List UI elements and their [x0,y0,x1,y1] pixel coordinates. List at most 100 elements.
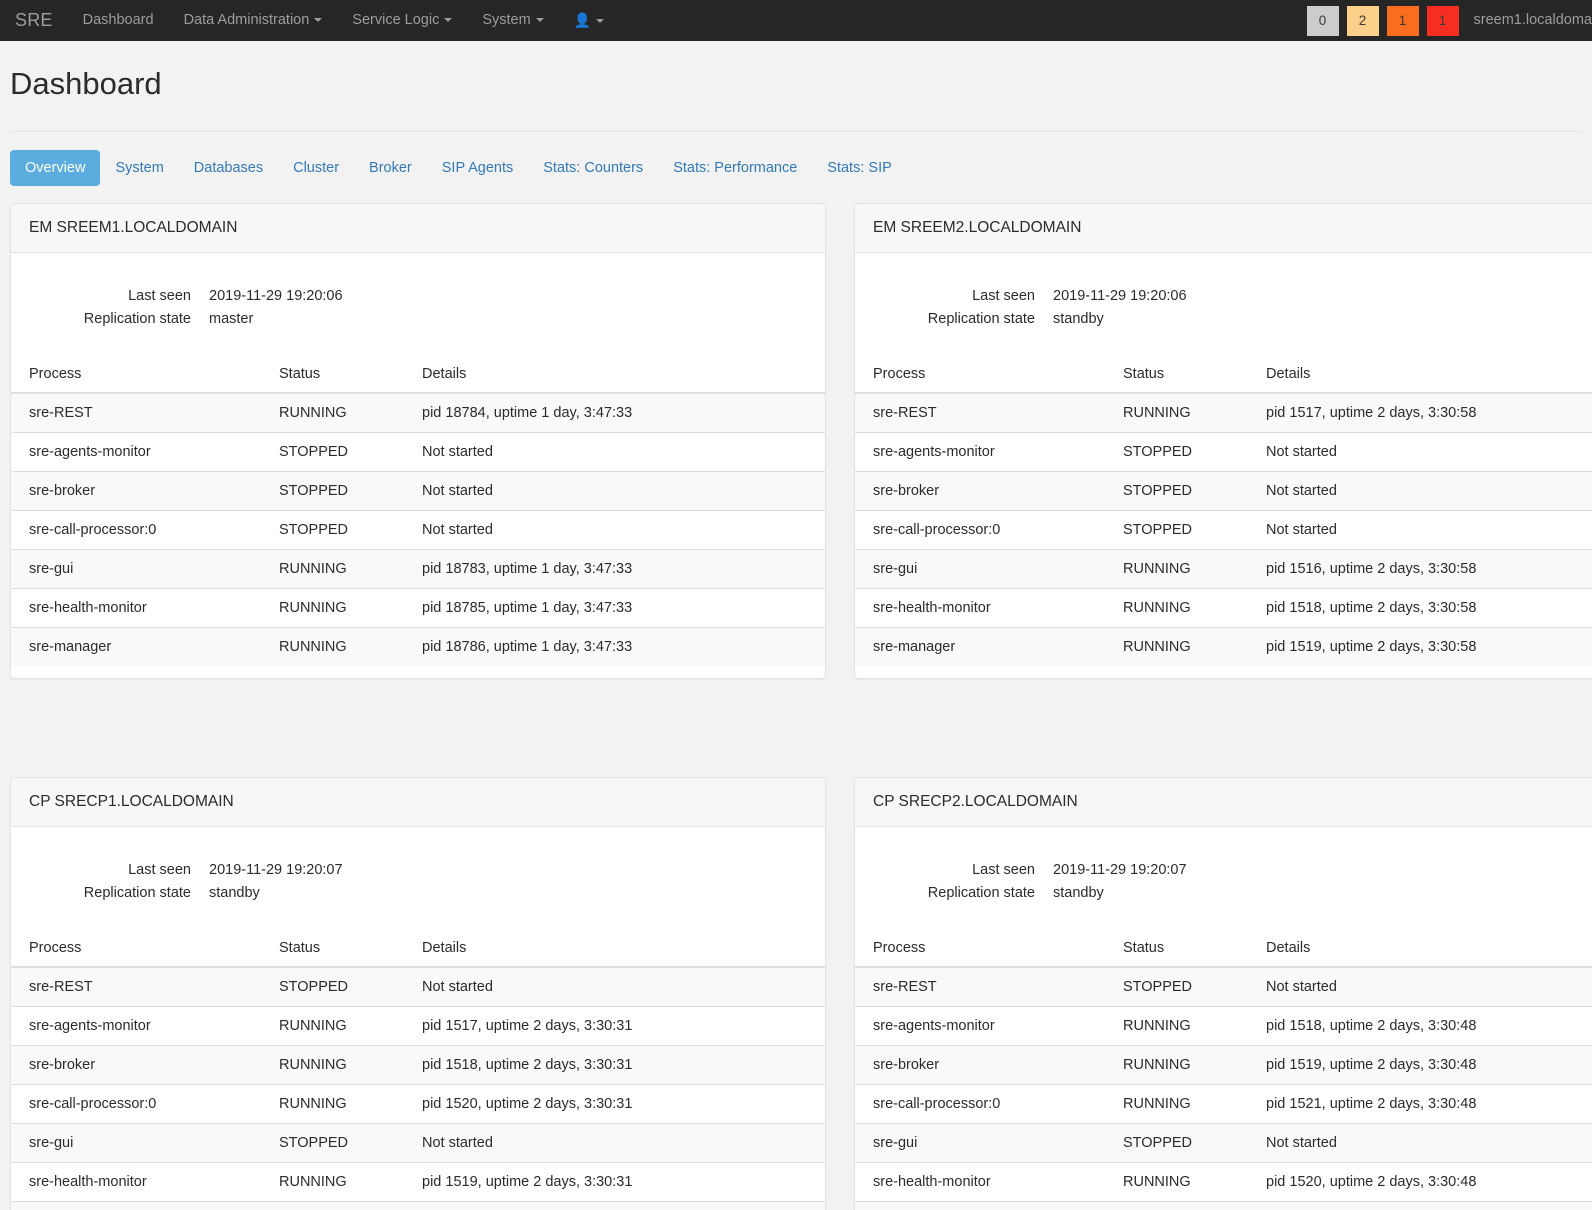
replication-state-value: master [209,311,254,328]
cell-details: pid 18786, uptime 1 day, 3:47:33 [404,627,825,667]
table-row: sre-manager RUNNING pid 1519, uptime 2 day… [855,627,1592,667]
cell-details: pid 1517, uptime 2 days, 3:30:31 [404,1006,825,1046]
tab-system[interactable]: System [100,150,178,186]
chevron-down-icon [314,18,323,23]
cell-process: sre-REST [11,392,261,433]
tab-stats-counters[interactable]: Stats: Counters [528,150,658,186]
brand-logo[interactable]: SRE [10,0,68,41]
table-row: sre-broker STOPPED Not started [11,471,825,511]
cell-process: sre-agents-monitor [855,432,1105,472]
current-user-label: sreem1.localdoma [1473,12,1592,28]
alarm-badge-0[interactable]: 0 [1306,5,1339,36]
table-row: sre-call-processor:0 RUNNING pid 1520, upt… [11,1084,825,1124]
last-seen-label: Last seen [128,288,191,305]
table-row: sre-health-monitor RUNNING pid 1519, uptim… [11,1162,825,1202]
nav-link-data-administration[interactable]: Data Administration [169,0,338,41]
user-icon: 👤 [573,11,592,28]
tab-stats-performance[interactable]: Stats: Performance [658,150,812,186]
cell-details: Not started [1248,510,1592,550]
table-row: sre-health-monitor RUNNING pid 18785, upti… [11,588,825,628]
panel-column-right: EM SREEM2.LOCALDOMAIN Last seen 2019-11-29… [854,203,1592,1210]
column-header-process: Process [855,931,1105,969]
column-header-details: Details [1248,357,1592,395]
column-header-details: Details [1248,931,1592,969]
column-header-status: Status [1105,357,1248,395]
cell-process: sre-broker [855,1045,1105,1085]
cell-status: STOPPED [1105,966,1248,1007]
panel-heading: CP SRECP2.LOCALDOMAIN [855,778,1592,828]
cell-status: RUNNING [1105,1162,1248,1202]
panel-body: Last seen 2019-11-29 19:20:06 Replication … [855,253,1592,678]
chevron-down-icon [596,18,605,23]
cell-status: STOPPED [1105,432,1248,472]
cell-status: RUNNING [261,549,404,589]
user-menu-dropdown[interactable]: 👤 [559,0,619,41]
cell-process: sre-health-monitor [11,588,261,628]
cell-process: sre-manager [855,1201,1105,1210]
alarm-badge-3[interactable]: 1 [1426,5,1459,36]
cell-details: Not started [1248,966,1592,1007]
table-row: sre-agents-monitor RUNNING pid 1518, uptim… [855,1006,1592,1046]
tab-overview[interactable]: Overview [10,150,101,187]
cell-process: sre-manager [11,627,261,667]
cell-status: RUNNING [261,588,404,628]
cell-status: RUNNING [1105,392,1248,433]
panel-column-left: EM SREEM1.LOCALDOMAIN Last seen 2019-11-29… [10,203,826,1210]
tab-sip-agents[interactable]: SIP Agents [427,150,528,186]
tab-databases[interactable]: Databases [179,150,278,186]
panel-title: EM SREEM1.LOCALDOMAIN [29,219,238,237]
tab-broker[interactable]: Broker [354,150,427,186]
table-row: sre-call-processor:0 STOPPED Not started [855,510,1592,550]
table-row: sre-REST STOPPED Not started [855,966,1592,1007]
tab-cluster[interactable]: Cluster [278,150,354,186]
process-table: Process Status Details sre-REST STOPPED Not s… [855,931,1592,1210]
tab-stats-sip[interactable]: Stats: SIP [812,150,906,186]
cell-status: RUNNING [261,1162,404,1202]
status-panel: CP SRECP2.LOCALDOMAIN Last seen 2019-11-29… [854,777,1592,1210]
cell-process: sre-agents-monitor [855,1006,1105,1046]
cell-status: STOPPED [1105,510,1248,550]
cell-process: sre-REST [11,966,261,1007]
alarm-badges: 0211 [1306,5,1467,36]
last-seen-value: 2019-11-29 19:20:07 [209,862,343,879]
table-row: sre-gui RUNNING pid 1516, uptime 2 days, 3… [855,549,1592,589]
table-row: sre-health-monitor RUNNING pid 1518, uptim… [855,588,1592,628]
table-row: sre-manager RUNNING pid 18786, uptime 1 da… [11,627,825,667]
table-header-row: Process Status Details [855,931,1592,969]
process-table: Process Status Details sre-REST STOPPED Not s… [11,931,825,1210]
panel-grid: EM SREEM1.LOCALDOMAIN Last seen 2019-11-29… [10,186,1592,1210]
cell-details: Not started [404,510,825,550]
cell-process: sre-broker [855,471,1105,511]
cell-details: pid 1520, uptime 2 days, 3:30:31 [404,1084,825,1124]
cell-process: sre-manager [855,627,1105,667]
cell-status: RUNNING [261,1084,404,1124]
nav-links: Dashboard Data Administration Service Logi… [68,0,620,41]
chevron-down-icon [444,18,453,23]
table-row: sre-health-monitor RUNNING pid 1520, uptim… [855,1162,1592,1202]
column-header-status: Status [1105,931,1248,969]
cell-process: sre-gui [11,1123,261,1163]
cell-process: sre-broker [11,1045,261,1085]
table-row: sre-REST STOPPED Not started [11,966,825,1007]
column-header-status: Status [261,357,404,395]
column-header-process: Process [855,357,1105,395]
alarm-badge-1[interactable]: 2 [1346,5,1379,36]
page-header: Dashboard [0,41,1592,115]
cell-details: pid 1518, uptime 2 days, 3:30:31 [404,1045,825,1085]
status-panel: EM SREEM1.LOCALDOMAIN Last seen 2019-11-29… [10,203,826,680]
column-header-details: Details [404,357,825,395]
cell-process: sre-broker [11,471,261,511]
nav-link-dashboard[interactable]: Dashboard [68,0,169,41]
cell-details: pid 1521, uptime 2 days, 3:30:48 [1248,1084,1592,1124]
cell-process: sre-gui [855,1123,1105,1163]
nav-link-service-logic[interactable]: Service Logic [337,0,467,41]
cell-process: sre-call-processor:0 [11,1084,261,1124]
cell-status: STOPPED [261,471,404,511]
last-seen-value: 2019-11-29 19:20:06 [209,288,343,305]
panel-summary-list: Last seen 2019-11-29 19:20:06 Replication … [855,286,1592,329]
table-row: sre-gui RUNNING pid 18783, uptime 1 day, 3… [11,549,825,589]
alarm-badge-2[interactable]: 1 [1386,5,1419,36]
cell-status: RUNNING [1105,588,1248,628]
column-header-process: Process [11,357,261,395]
nav-link-system[interactable]: System [467,0,558,41]
